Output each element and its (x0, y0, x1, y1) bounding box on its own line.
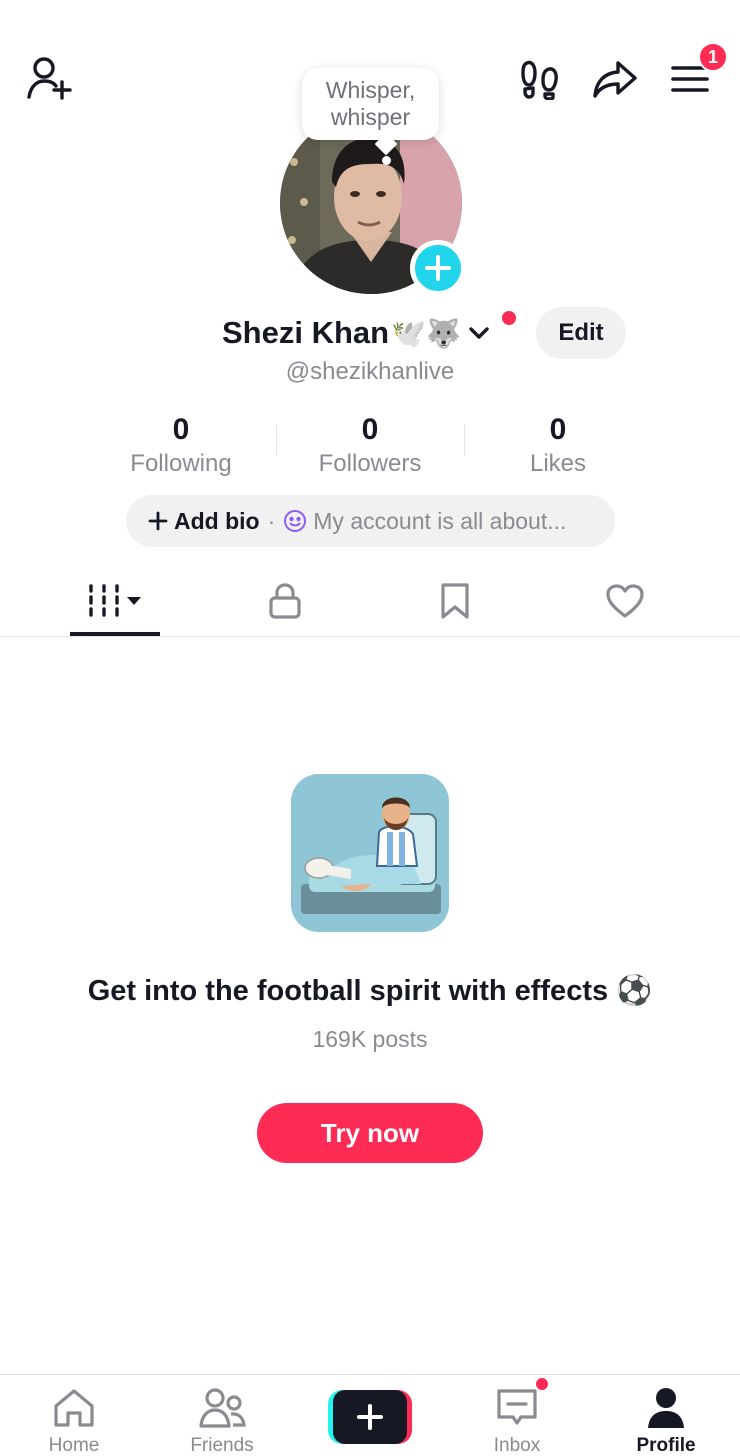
football-effect-image[interactable] (291, 774, 449, 932)
tab-saved[interactable] (410, 570, 500, 632)
share-icon[interactable] (590, 56, 640, 102)
nav-inbox[interactable]: Inbox (457, 1375, 577, 1456)
profile-name: Shezi Khan (222, 315, 390, 350)
likes-label: Likes (529, 450, 587, 477)
bubble-line-1: Whisper, (325, 77, 416, 103)
nav-home-label: Home (48, 1435, 100, 1456)
friends-icon (162, 1385, 282, 1431)
chevron-down-icon[interactable] (467, 324, 491, 342)
promo-title: Get into the football spirit with effect… (87, 975, 653, 1007)
smiley-icon (283, 509, 307, 533)
tab-liked[interactable] (580, 570, 670, 632)
inbox-icon (457, 1385, 577, 1431)
tabs-divider (0, 636, 740, 637)
whisper-bubble[interactable]: Whisper, whisper (302, 68, 439, 140)
bio-separator: · (267, 507, 276, 534)
bookmark-icon (440, 582, 470, 620)
try-now-button[interactable]: Try now (257, 1103, 483, 1163)
stat-divider (276, 425, 277, 455)
following-label: Following (130, 450, 232, 477)
stat-followers[interactable]: 0 Followers (285, 412, 455, 478)
create-button[interactable] (328, 1390, 412, 1444)
likes-count: 0 (549, 413, 567, 446)
bubble-dot (382, 156, 391, 165)
following-count: 0 (172, 413, 190, 446)
plus-icon (148, 511, 168, 531)
add-friend-icon[interactable] (24, 54, 74, 102)
promo-post-count: 169K posts (312, 1026, 428, 1052)
footprints-icon[interactable] (518, 56, 562, 102)
nav-inbox-label: Inbox (493, 1435, 541, 1456)
nav-profile-label: Profile (636, 1435, 696, 1456)
followers-count: 0 (361, 413, 379, 446)
tab-private[interactable] (240, 570, 330, 632)
add-bio-button[interactable]: Add bio · My account is all about... (126, 495, 615, 547)
nav-profile[interactable]: Profile (606, 1375, 726, 1456)
tab-videos[interactable] (70, 570, 160, 632)
account-switch-dot (502, 311, 516, 325)
profile-icon (606, 1385, 726, 1431)
stat-following[interactable]: 0 Following (96, 412, 266, 478)
name-row[interactable]: Shezi Khan 🕊️🐺 (222, 308, 491, 358)
stat-likes[interactable]: 0 Likes (473, 412, 643, 478)
lock-icon (268, 582, 302, 620)
nav-friends-label: Friends (190, 1435, 254, 1456)
bubble-line-2: whisper (330, 104, 411, 130)
inbox-notification-dot (534, 1376, 550, 1392)
nav-friends[interactable]: Friends (162, 1375, 282, 1456)
add-avatar-button[interactable] (410, 240, 466, 296)
bottom-nav: Home Friends Inbox Profile (0, 1374, 740, 1456)
videos-grid-icon (86, 583, 144, 619)
create-icon (333, 1390, 407, 1444)
bio-hint: My account is all about... (313, 507, 567, 534)
followers-label: Followers (318, 450, 422, 477)
add-bio-label: Add bio (174, 507, 260, 534)
heart-icon (605, 583, 645, 619)
edit-profile-button[interactable]: Edit (536, 307, 626, 359)
stat-divider (464, 425, 465, 455)
home-icon (14, 1385, 134, 1431)
nav-home[interactable]: Home (14, 1375, 134, 1456)
username-handle: @shezikhanlive (285, 358, 455, 385)
name-emojis: 🕊️🐺 (391, 317, 461, 349)
notification-badge: 1 (698, 42, 728, 72)
